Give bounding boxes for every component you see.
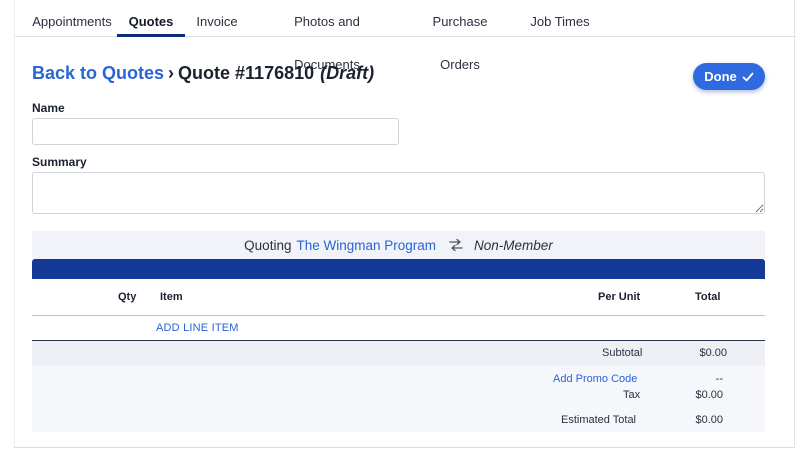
done-button[interactable]: Done: [693, 63, 765, 90]
add-line-item-row: ADD LINE ITEM: [32, 316, 765, 341]
quoting-program-bar: Quoting The Wingman Program Non-Member: [32, 231, 765, 259]
tab-job-times[interactable]: Job Times: [530, 0, 590, 37]
tax-label: Tax: [623, 389, 641, 401]
subtotal-label: Subtotal: [602, 347, 643, 359]
column-item: Item: [160, 291, 183, 303]
membership-status: Non-Member: [474, 237, 553, 253]
back-to-quotes-link[interactable]: Back to Quotes: [32, 63, 164, 84]
column-qty: Qty: [118, 291, 137, 303]
line-items-table: Qty Item Per Unit Total ADD LINE ITEM Su…: [32, 279, 765, 432]
tab-appointments[interactable]: Appointments: [29, 0, 115, 37]
switch-program-icon[interactable]: [448, 238, 464, 252]
summary-field[interactable]: [32, 172, 765, 214]
quoting-prefix: Quoting: [244, 237, 292, 253]
tab-bar: Appointments Quotes Invoice Photos and D…: [15, 0, 796, 72]
column-per-unit: Per Unit: [598, 291, 641, 303]
program-link[interactable]: The Wingman Program: [296, 238, 436, 253]
quote-status: (Draft): [320, 63, 375, 83]
promo-value: --: [715, 373, 723, 385]
done-label: Done: [704, 69, 737, 84]
estimated-total-label: Estimated Total: [561, 414, 637, 426]
subtotal-value: $0.00: [699, 347, 727, 359]
table-header: Qty Item Per Unit Total: [32, 279, 765, 316]
subtotal-row: Subtotal $0.00: [32, 341, 765, 366]
name-field[interactable]: [32, 118, 399, 145]
page-title: Quote #1176810: [178, 63, 315, 83]
tax-value: $0.00: [695, 389, 723, 401]
line-items-header-band: [32, 259, 765, 279]
quote-editor-panel: Appointments Quotes Invoice Photos and D…: [14, 0, 796, 448]
tab-purchase-orders[interactable]: Purchase Orders: [413, 0, 507, 72]
add-promo-code-link[interactable]: Add Promo Code: [553, 373, 637, 385]
breadcrumb-separator: ›: [168, 63, 175, 83]
column-total: Total: [695, 291, 721, 303]
tab-photos-and-documents[interactable]: Photos and Documents: [264, 0, 390, 72]
name-label: Name: [32, 101, 65, 115]
add-line-item-link[interactable]: ADD LINE ITEM: [156, 322, 239, 334]
estimated-total-value: $0.00: [695, 414, 723, 426]
breadcrumb: Back to Quotes › Quote #1176810 (Draft): [32, 63, 374, 89]
checkmark-icon: [742, 72, 754, 81]
summary-label: Summary: [32, 155, 87, 169]
tab-invoice[interactable]: Invoice: [196, 0, 238, 37]
tab-quotes[interactable]: Quotes: [117, 0, 185, 37]
